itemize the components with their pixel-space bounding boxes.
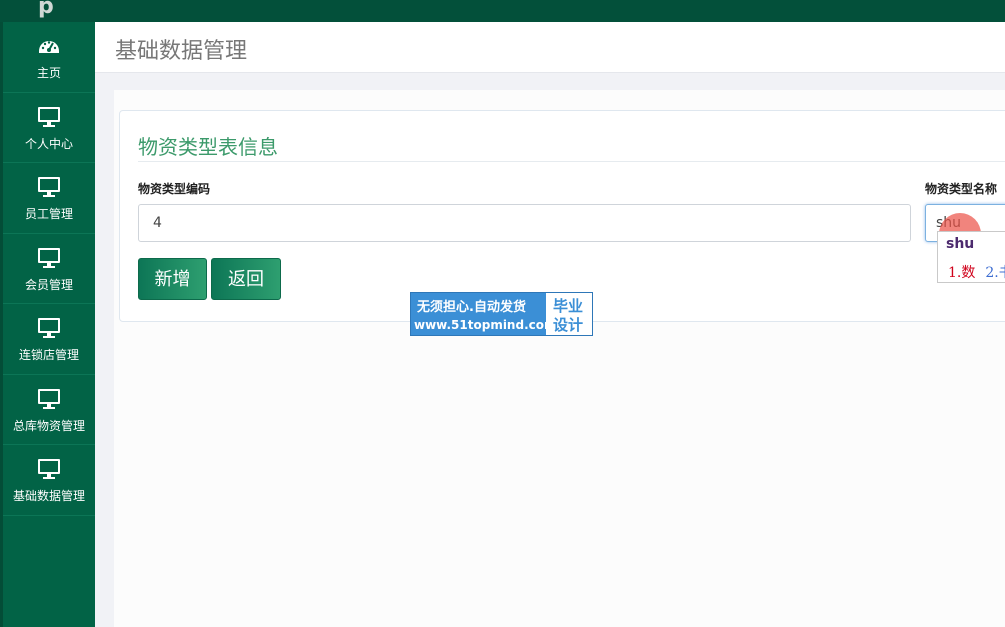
sidebar-item-label: 个人中心 (24, 136, 73, 151)
type-code-label: 物资类型编码 (138, 182, 211, 196)
watermark-left: 无须担心.自动发货 www.51topmind.com (411, 293, 557, 335)
sidebar-item-label: 总库物资管理 (12, 418, 85, 433)
sidebar-item-warehouse[interactable]: 总库物资管理 (3, 375, 95, 445)
ime-candidate-2[interactable]: 2.书 (985, 265, 1005, 281)
sidebar-item-label: 会员管理 (24, 277, 73, 292)
monitor-icon (38, 177, 60, 198)
sidebar-item-profile[interactable]: 个人中心 (3, 93, 95, 163)
sidebar-item-label: 连锁店管理 (18, 348, 79, 363)
type-code-input[interactable]: 4 (138, 204, 911, 242)
sidebar-item-label: 主页 (36, 66, 61, 81)
sidebar-item-home[interactable]: 主页 (3, 22, 95, 93)
sidebar-item-members[interactable]: 会员管理 (3, 234, 95, 304)
type-name-label: 物资类型名称 (925, 182, 998, 196)
watermark-label-2: 设计 (553, 316, 584, 334)
monitor-icon (38, 388, 60, 409)
ime-composition: shu (946, 236, 975, 252)
sidebar-item-employees[interactable]: 员工管理 (3, 163, 95, 234)
sidebar: 主页 个人中心 员工管理 会员管理 连锁店管理 总库物资管理 基础数据管理 (0, 22, 95, 627)
sidebar-item-chain-stores[interactable]: 连锁店管理 (3, 304, 95, 375)
watermark-banner: 无须担心.自动发货 www.51topmind.com 毕业 设计 (410, 292, 593, 336)
watermark-text: 无须担心.自动发货 (417, 300, 526, 315)
form-panel: 物资类型表信息 物资类型编码 4 物资类型名称 shu 新增 返回 (119, 110, 1005, 322)
app-logo: p (38, 0, 54, 19)
monitor-icon (38, 106, 60, 127)
watermark-label-1: 毕业 (553, 297, 584, 315)
ime-candidate-1[interactable]: 1.数 (948, 265, 975, 281)
page-header: 基础数据管理 (95, 22, 1005, 73)
monitor-icon (38, 247, 60, 268)
monitor-icon (38, 459, 60, 480)
ime-candidate-window[interactable]: shu 1.数 2.书 (937, 231, 1005, 283)
top-bar: p (0, 0, 1005, 22)
page-title: 基础数据管理 (115, 39, 248, 64)
sidebar-item-label: 基础数据管理 (12, 489, 85, 504)
watermark-url: www.51topmind.com (414, 318, 557, 332)
back-button[interactable]: 返回 (211, 258, 281, 300)
sidebar-item-base-data[interactable]: 基础数据管理 (3, 445, 95, 516)
divider (138, 161, 1005, 162)
dashboard-icon (39, 41, 59, 54)
watermark-right: 毕业 设计 (546, 293, 592, 335)
sidebar-item-label: 员工管理 (24, 207, 73, 222)
form-title: 物资类型表信息 (138, 135, 278, 159)
ime-candidates[interactable]: 1.数 2.书 (948, 262, 1005, 282)
add-button[interactable]: 新增 (138, 258, 207, 300)
monitor-icon (38, 318, 60, 339)
